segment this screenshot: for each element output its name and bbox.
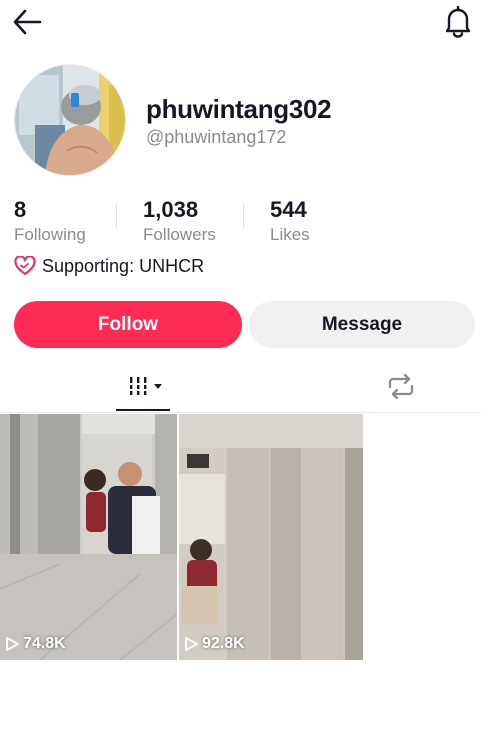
tab-reposts[interactable] xyxy=(378,368,424,412)
tab-videos[interactable] xyxy=(116,368,170,412)
supporting-badge[interactable]: Supporting: UNHCR xyxy=(14,254,204,278)
view-count-value: 74.8K xyxy=(23,635,66,652)
stat-followers-label: Followers xyxy=(143,225,216,244)
stat-following-label: Following xyxy=(14,225,86,244)
stat-likes-value: 544 xyxy=(270,197,307,222)
back-arrow-icon xyxy=(13,9,42,35)
video-grid-icon xyxy=(128,377,162,395)
stat-followers[interactable]: 1,038 Followers xyxy=(143,198,216,246)
follow-button[interactable]: Follow xyxy=(14,301,242,348)
stat-likes-label: Likes xyxy=(270,225,310,244)
top-bar xyxy=(0,0,481,48)
stat-likes: 544 Likes xyxy=(270,198,310,246)
tabs-divider xyxy=(0,412,481,413)
back-button[interactable] xyxy=(10,6,46,38)
avatar[interactable] xyxy=(14,64,126,176)
supporting-label: Supporting: UNHCR xyxy=(42,255,205,276)
message-button[interactable]: Message xyxy=(249,301,475,348)
view-count: 74.8K xyxy=(4,635,66,653)
tab-active-indicator xyxy=(116,409,170,411)
profile-username: phuwintang302 xyxy=(146,94,332,124)
play-icon xyxy=(185,637,198,651)
view-count-value: 92.8K xyxy=(202,635,245,652)
profile-handle: @phuwintang172 xyxy=(146,127,287,147)
stat-divider xyxy=(116,204,117,228)
notifications-button[interactable] xyxy=(440,4,476,38)
play-icon xyxy=(6,637,19,651)
stat-following[interactable]: 8 Following xyxy=(14,198,86,246)
stat-divider xyxy=(243,204,244,228)
repost-icon xyxy=(388,373,414,400)
stat-following-value: 8 xyxy=(14,197,27,222)
bell-icon xyxy=(445,5,471,38)
video-tile[interactable]: 92.8K xyxy=(179,414,363,660)
video-thumbnail xyxy=(179,414,363,660)
stat-followers-value: 1,038 xyxy=(143,197,199,222)
heart-badge-icon xyxy=(14,256,36,276)
view-count: 92.8K xyxy=(183,635,245,653)
video-tile[interactable]: 74.8K xyxy=(0,414,177,660)
video-thumbnail xyxy=(0,414,177,660)
